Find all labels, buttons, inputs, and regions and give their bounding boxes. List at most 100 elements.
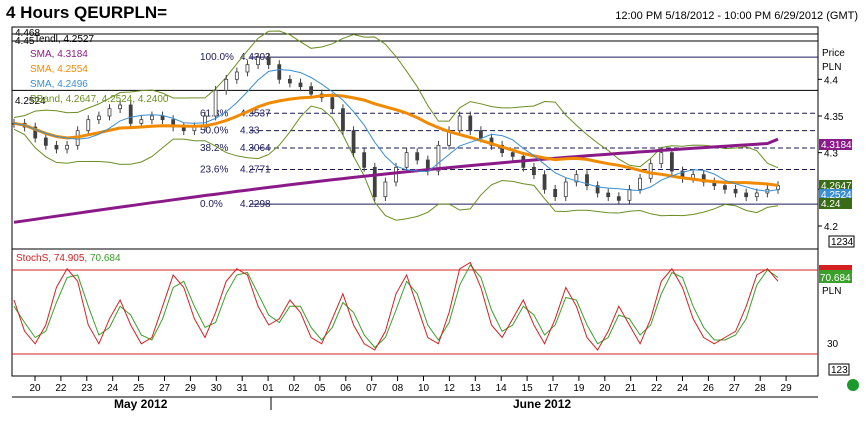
month-label-june: June 2012 xyxy=(513,397,571,411)
stoch-panel-frame xyxy=(11,248,819,377)
stoch-d-line xyxy=(13,264,779,349)
bb-value-boxes: 4.2647 4.2524 4.24 xyxy=(819,180,852,210)
fib-value: 4.3064 xyxy=(240,143,271,154)
price-body xyxy=(139,119,144,124)
price-body xyxy=(96,115,101,121)
date-tick-label: 19 xyxy=(573,383,585,394)
date-tick-label: 01 xyxy=(263,383,275,394)
svg-text:70.684: 70.684 xyxy=(820,273,851,284)
price-body xyxy=(245,64,250,73)
price-body xyxy=(532,166,536,176)
price-tick-label: 4.2 xyxy=(824,222,838,233)
price-body xyxy=(213,89,218,117)
legend-sma2: SMA, 4.2554 xyxy=(30,64,88,75)
fib-label: 38.2% xyxy=(200,143,228,154)
date-tick-label: 22 xyxy=(651,383,663,394)
date-tick-label: 10 xyxy=(418,383,430,394)
date-tick-label: 27 xyxy=(159,383,171,394)
price-body xyxy=(330,97,335,110)
svg-text:1234: 1234 xyxy=(831,237,854,248)
legend-trend: 4.45 xyxy=(15,36,35,47)
date-tick-label: 06 xyxy=(340,383,352,394)
date-tick-label: 14 xyxy=(496,383,508,394)
stoch-currency: PLN xyxy=(822,286,841,297)
main-bottom-box: 1234 xyxy=(828,235,855,248)
date-tick-label: 24 xyxy=(677,383,689,394)
stoch-k-line xyxy=(13,261,779,351)
price-body xyxy=(128,104,133,124)
price-body xyxy=(224,78,229,91)
date-tick-label: 25 xyxy=(133,383,145,394)
price-body xyxy=(394,166,398,183)
fib-value: 4.2298 xyxy=(240,199,271,210)
svg-text:123: 123 xyxy=(831,365,848,376)
price-body xyxy=(510,152,515,157)
price-body xyxy=(542,174,547,190)
fib-label: 100.0% xyxy=(200,52,234,63)
price-body xyxy=(362,152,367,168)
date-tick-label: 28 xyxy=(755,383,767,394)
price-body xyxy=(638,177,642,190)
stoch-bottom-box: 123 xyxy=(828,363,850,376)
price-body xyxy=(372,166,377,198)
price-axis-currency: PLN xyxy=(822,62,841,73)
stoch-value-box: 70.684 xyxy=(819,265,852,284)
price-body xyxy=(648,163,653,179)
date-tick-label: 12 xyxy=(444,383,456,394)
price-body xyxy=(733,188,738,194)
date-tick-label: 27 xyxy=(729,383,741,394)
fib-lines: 100.0%4.430361.8%4.353750.0%4.3338.2%4.3… xyxy=(12,52,818,210)
stoch-tick-30: 30 xyxy=(827,339,839,350)
price-body xyxy=(723,185,727,190)
price-body xyxy=(606,192,611,198)
price-body xyxy=(553,188,558,198)
price-body xyxy=(404,152,409,168)
date-tick-label: 20 xyxy=(29,383,41,394)
legend-bband: BBand, 4.2647, 4.2524, 4.2400 xyxy=(30,94,169,105)
price-body xyxy=(563,181,568,198)
date-tick-label: 07 xyxy=(366,383,378,394)
price-body xyxy=(309,86,314,95)
bollinger-bands xyxy=(13,30,779,221)
date-tick-label: 23 xyxy=(81,383,93,394)
date-tick-label: 17 xyxy=(547,383,559,394)
price-body xyxy=(65,144,69,150)
date-tick-label: 31 xyxy=(237,383,249,394)
date-tick-label: 15 xyxy=(522,383,534,394)
price-body xyxy=(150,115,154,121)
price-body xyxy=(298,82,303,88)
legend-trend-label: Tendl, 4.2527 xyxy=(34,34,94,45)
svg-text:4.24: 4.24 xyxy=(821,199,841,210)
date-tick-label: 22 xyxy=(55,383,67,394)
sma1-value-box: 4.3184 xyxy=(819,139,852,151)
stoch-legend: StochS, 74.905, 70.684 xyxy=(16,253,121,264)
price-body xyxy=(160,115,165,121)
price-body xyxy=(744,192,749,198)
legend-sma1: SMA, 4.3184 xyxy=(30,49,88,60)
price-tick-label: 4.35 xyxy=(824,112,844,123)
price-body xyxy=(43,137,48,146)
month-label-may: May 2012 xyxy=(114,397,168,411)
fib-value: 4.33 xyxy=(240,126,260,137)
main-panel-frame xyxy=(11,26,819,250)
price-body xyxy=(383,181,388,198)
date-tick-label: 02 xyxy=(288,383,300,394)
date-tick-label: 29 xyxy=(185,383,197,394)
date-tick-label: 13 xyxy=(470,383,482,394)
price-body xyxy=(266,56,271,66)
date-ticks: 20 22 23 24 25 27 29 30 31 01 02 05 06 07 08 10 12 13 14 15… xyxy=(29,376,792,394)
price-body xyxy=(616,196,621,201)
price-body xyxy=(256,56,260,66)
price-body xyxy=(341,108,345,132)
date-tick-label: 29 xyxy=(781,383,793,394)
chart-canvas[interactable]: 100.0%4.430361.8%4.353750.0%4.3338.2%4.3… xyxy=(0,0,866,431)
price-body xyxy=(669,152,674,172)
date-tick-label: 20 xyxy=(599,383,611,394)
fib-value: 4.2771 xyxy=(240,164,271,175)
chart-window: 4 Hours QEURPLN= 12:00 PM 5/18/2012 - 10… xyxy=(0,0,866,431)
price-body xyxy=(627,188,632,201)
date-tick-label: 08 xyxy=(392,383,404,394)
date-tick-label: 21 xyxy=(625,383,637,394)
price-body xyxy=(287,78,292,84)
price-axis-title: Price xyxy=(822,48,845,59)
